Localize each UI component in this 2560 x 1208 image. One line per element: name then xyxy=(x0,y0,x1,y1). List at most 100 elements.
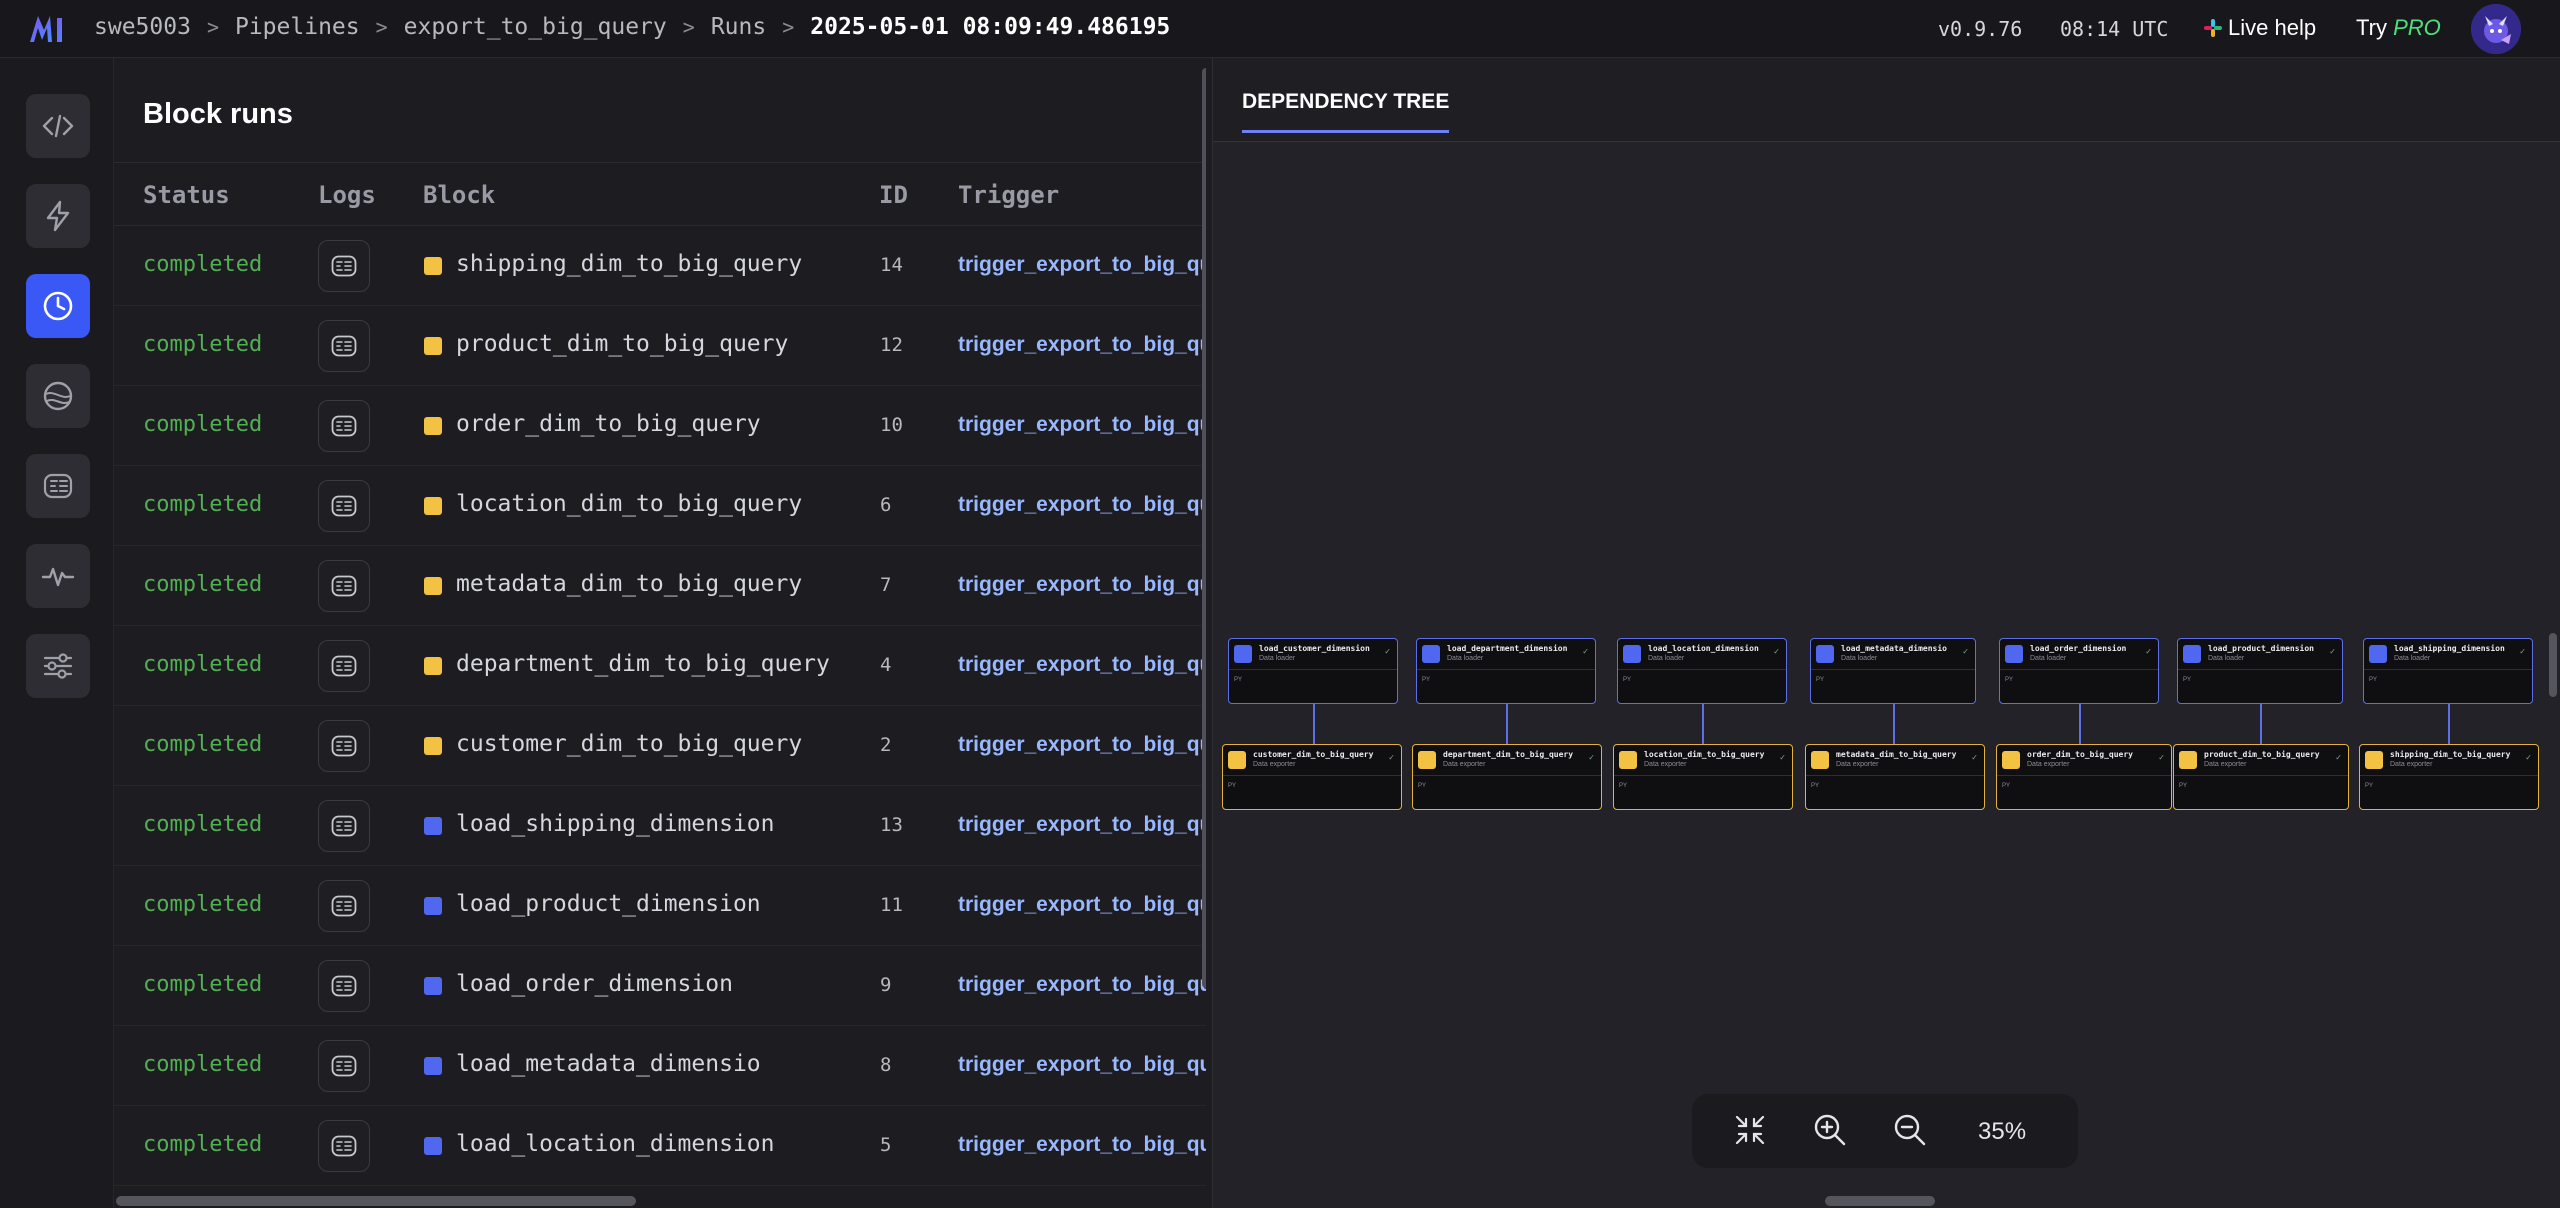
block-name[interactable]: metadata_dim_to_big_query xyxy=(456,571,802,597)
trigger-link[interactable]: trigger_export_to_big_qu xyxy=(958,973,1206,997)
block-name[interactable]: load_metadata_dimensio xyxy=(456,1051,761,1077)
trigger-link[interactable]: trigger_export_to_big_qu xyxy=(958,253,1206,277)
exporter-node[interactable]: customer_dim_to_big_query Data exporter ✓ P… xyxy=(1222,744,1402,810)
loader-node[interactable]: load_metadata_dimensio Data loader ✓ PY xyxy=(1810,638,1976,704)
trigger-link[interactable]: trigger_export_to_big_qu xyxy=(958,573,1206,597)
table-row[interactable]: completed load_metadata_dimensio 8 trigger_… xyxy=(114,1026,1206,1106)
block-name[interactable]: load_order_dimension xyxy=(456,971,733,997)
trigger-link[interactable]: trigger_export_to_big_qu xyxy=(958,893,1206,917)
avatar[interactable] xyxy=(2471,4,2521,54)
fit-to-screen-button[interactable] xyxy=(1730,1110,1770,1150)
logs-icon xyxy=(331,1055,357,1077)
exporter-node[interactable]: order_dim_to_big_query Data exporter ✓ PY xyxy=(1996,744,2172,810)
block-name[interactable]: product_dim_to_big_query xyxy=(456,331,788,357)
vertical-scrollbar[interactable] xyxy=(1202,68,1206,988)
view-logs-button[interactable] xyxy=(318,320,370,372)
loader-node[interactable]: load_shipping_dimension Data loader ✓ PY xyxy=(2363,638,2533,704)
sidebar-item-logs[interactable] xyxy=(26,454,90,518)
block-name[interactable]: shipping_dim_to_big_query xyxy=(456,251,802,277)
live-help-button[interactable]: Live help xyxy=(2204,15,2316,41)
table-row[interactable]: completed load_location_dimension 5 trigger… xyxy=(114,1106,1206,1186)
trigger-link[interactable]: trigger_export_to_big_qu xyxy=(958,1133,1206,1157)
horizontal-scrollbar[interactable] xyxy=(116,1196,636,1206)
table-row[interactable]: completed location_dim_to_big_query 6 trigg… xyxy=(114,466,1206,546)
trigger-link[interactable]: trigger_export_to_big_qu xyxy=(958,733,1206,757)
exporter-node[interactable]: product_dim_to_big_query Data exporter ✓ PY xyxy=(2173,744,2349,810)
node-language: PY xyxy=(2369,677,2378,683)
logs-icon xyxy=(331,815,357,837)
column-header-block[interactable]: Block xyxy=(423,181,495,209)
block-name[interactable]: load_product_dimension xyxy=(456,891,761,917)
view-logs-button[interactable] xyxy=(318,560,370,612)
zoom-out-button[interactable] xyxy=(1890,1110,1930,1150)
table-row[interactable]: completed load_shipping_dimension 13 trigge… xyxy=(114,786,1206,866)
loader-node[interactable]: load_department_dimension Data loader ✓ PY xyxy=(1416,638,1596,704)
table-row[interactable]: completed order_dim_to_big_query 10 trigger… xyxy=(114,386,1206,466)
node-divider xyxy=(2000,669,2158,670)
sidebar-item-code[interactable] xyxy=(26,94,90,158)
mage-logo[interactable] xyxy=(28,14,68,44)
sidebar-item-settings[interactable] xyxy=(26,634,90,698)
block-name[interactable]: order_dim_to_big_query xyxy=(456,411,761,437)
sidebar-item-monitor[interactable] xyxy=(26,544,90,608)
column-header-status[interactable]: Status xyxy=(143,181,230,209)
table-row[interactable]: completed metadata_dim_to_big_query 7 trigg… xyxy=(114,546,1206,626)
trigger-link[interactable]: trigger_export_to_big_qu xyxy=(958,1053,1206,1077)
vertical-scrollbar[interactable] xyxy=(2549,633,2557,697)
view-logs-button[interactable] xyxy=(318,480,370,532)
node-type: Data loader xyxy=(1447,655,1484,662)
trigger-link[interactable]: trigger_export_to_big_qu xyxy=(958,413,1206,437)
breadcrumb-runs[interactable]: Runs xyxy=(711,14,766,40)
loader-node[interactable]: load_location_dimension Data loader ✓ PY xyxy=(1617,638,1787,704)
trigger-link[interactable]: trigger_export_to_big_qu xyxy=(958,493,1206,517)
data-exporter-icon xyxy=(1811,751,1829,769)
table-row[interactable]: completed load_order_dimension 9 trigger_ex… xyxy=(114,946,1206,1026)
block-name[interactable]: department_dim_to_big_query xyxy=(456,651,830,677)
dependency-edge xyxy=(2260,704,2262,744)
exporter-node[interactable]: location_dim_to_big_query Data exporter ✓ P… xyxy=(1613,744,1793,810)
horizontal-scrollbar[interactable] xyxy=(1825,1196,1935,1206)
dependency-graph-canvas[interactable]: load_customer_dimension Data loader ✓ PY loa… xyxy=(1213,143,2560,1193)
exporter-node[interactable]: metadata_dim_to_big_query Data exporter ✓ P… xyxy=(1805,744,1985,810)
node-name: load_department_dimension xyxy=(1447,644,1568,653)
view-logs-button[interactable] xyxy=(318,240,370,292)
loader-node[interactable]: load_customer_dimension Data loader ✓ PY xyxy=(1228,638,1398,704)
view-logs-button[interactable] xyxy=(318,1120,370,1172)
trigger-link[interactable]: trigger_export_to_big_qu xyxy=(958,653,1206,677)
breadcrumb-workspace[interactable]: swe5003 xyxy=(94,14,191,40)
sidebar-item-triggers[interactable] xyxy=(26,184,90,248)
view-logs-button[interactable] xyxy=(318,960,370,1012)
tab-dependency-tree[interactable]: DEPENDENCY TREE xyxy=(1242,90,1450,133)
breadcrumb-pipelines[interactable]: Pipelines xyxy=(235,14,360,40)
view-logs-button[interactable] xyxy=(318,880,370,932)
zoom-in-button[interactable] xyxy=(1810,1110,1850,1150)
trigger-link[interactable]: trigger_export_to_big_qu xyxy=(958,333,1206,357)
view-logs-button[interactable] xyxy=(318,1040,370,1092)
block-name[interactable]: load_location_dimension xyxy=(456,1131,775,1157)
trigger-link[interactable]: trigger_export_to_big_qu xyxy=(958,813,1206,837)
data-loader-icon xyxy=(1234,645,1252,663)
table-row[interactable]: completed department_dim_to_big_query 4 tri… xyxy=(114,626,1206,706)
view-logs-button[interactable] xyxy=(318,720,370,772)
logs-icon xyxy=(331,575,357,597)
table-row[interactable]: completed customer_dim_to_big_query 2 trigg… xyxy=(114,706,1206,786)
loader-node[interactable]: load_order_dimension Data loader ✓ PY xyxy=(1999,638,2159,704)
column-header-trigger[interactable]: Trigger xyxy=(958,181,1059,209)
exporter-node[interactable]: shipping_dim_to_big_query Data exporter ✓ P… xyxy=(2359,744,2539,810)
exporter-node[interactable]: department_dim_to_big_query Data exporter… xyxy=(1412,744,1602,810)
sidebar-item-backfills[interactable] xyxy=(26,364,90,428)
view-logs-button[interactable] xyxy=(318,640,370,692)
block-name[interactable]: location_dim_to_big_query xyxy=(456,491,802,517)
table-row[interactable]: completed product_dim_to_big_query 12 trigg… xyxy=(114,306,1206,386)
sidebar-item-runs[interactable] xyxy=(26,274,90,338)
block-name[interactable]: load_shipping_dimension xyxy=(456,811,775,837)
table-row[interactable]: completed shipping_dim_to_big_query 14 trig… xyxy=(114,226,1206,306)
view-logs-button[interactable] xyxy=(318,400,370,452)
view-logs-button[interactable] xyxy=(318,800,370,852)
column-header-id[interactable]: ID xyxy=(879,181,908,209)
loader-node[interactable]: load_product_dimension Data loader ✓ PY xyxy=(2177,638,2343,704)
table-row[interactable]: completed load_product_dimension 11 trigger… xyxy=(114,866,1206,946)
try-pro-button[interactable]: Try PRO xyxy=(2356,15,2441,41)
block-name[interactable]: customer_dim_to_big_query xyxy=(456,731,802,757)
breadcrumb-pipeline[interactable]: export_to_big_query xyxy=(404,14,667,40)
